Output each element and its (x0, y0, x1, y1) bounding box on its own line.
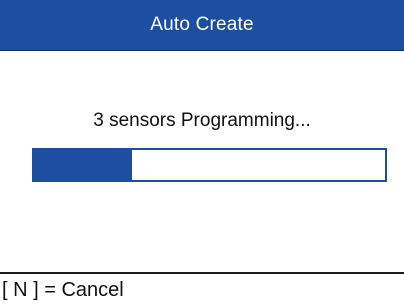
footer-divider (0, 272, 404, 274)
cancel-hint[interactable]: [ N ] = Cancel (2, 279, 124, 302)
device-screen: Auto Create 3 sensors Programming... [ N… (0, 0, 404, 305)
title-bar: Auto Create (0, 0, 404, 51)
progress-bar-fill (34, 150, 133, 180)
status-message: 3 sensors Programming... (93, 110, 311, 131)
page-title: Auto Create (150, 14, 254, 35)
progress-bar (32, 148, 387, 182)
